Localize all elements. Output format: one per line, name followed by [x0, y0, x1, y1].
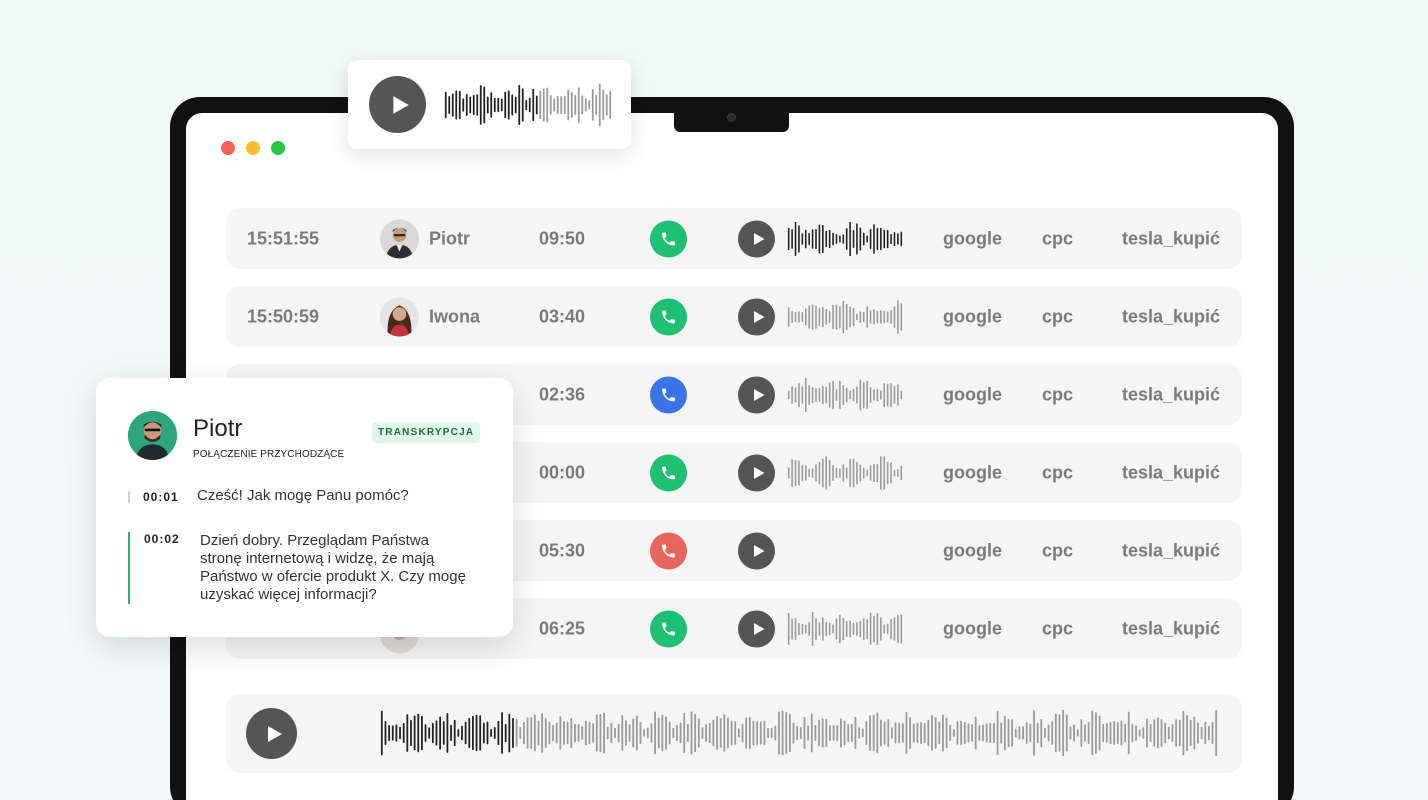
play-button[interactable]: [738, 376, 775, 413]
play-icon: [753, 232, 764, 245]
message-marker: [128, 532, 130, 604]
phone-icon: [650, 532, 687, 569]
phone-icon: [650, 454, 687, 491]
maximize-window-button[interactable]: [271, 141, 285, 155]
waveform-icon[interactable]: [787, 299, 903, 334]
play-button[interactable]: [738, 532, 775, 569]
window-controls: [221, 141, 285, 155]
play-icon: [753, 466, 764, 479]
play-button[interactable]: [369, 76, 426, 133]
phone-icon: [650, 376, 687, 413]
caller-name[interactable]: Iwona: [429, 306, 480, 327]
call-type-label: POŁĄCZENIE PRZYCHODZĄCE: [193, 449, 345, 460]
waveform-icon[interactable]: [444, 82, 612, 128]
call-row[interactable]: 15:51:55 Piotr 09:50 google cpc tesla_ku…: [226, 208, 1242, 269]
play-button[interactable]: [738, 610, 775, 647]
call-duration: 05:30: [539, 540, 586, 560]
source-label: google: [943, 540, 1002, 560]
source-label: google: [943, 306, 1002, 326]
call-duration: 03:40: [539, 306, 586, 326]
minimize-window-button[interactable]: [246, 141, 260, 155]
call-time: 15:50:59: [247, 306, 320, 326]
call-time: 15:51:55: [247, 228, 320, 248]
avatar: [380, 219, 419, 258]
avatar: [380, 297, 419, 336]
play-button[interactable]: [738, 454, 775, 491]
medium-label: cpc: [1042, 384, 1074, 404]
transcript-card: Piotr POŁĄCZENIE PRZYCHODZĄCE TRANSKRYPC…: [96, 378, 513, 637]
message-text: Dzień dobry. Przeglądam Państwa stronę i…: [200, 532, 466, 603]
play-icon: [753, 622, 764, 635]
floating-audio-player: [348, 60, 631, 149]
close-window-button[interactable]: [221, 141, 235, 155]
camera-icon: [727, 113, 736, 122]
waveform-icon[interactable]: [380, 710, 1218, 756]
campaign-label: tesla_kupić: [1122, 384, 1221, 404]
avatar: [128, 411, 177, 460]
transcript-message: 00:01 Cześć! Jak mogę Panu pomóc?: [128, 487, 478, 509]
source-label: google: [943, 618, 1002, 638]
call-duration: 09:50: [539, 228, 586, 248]
campaign-label: tesla_kupić: [1122, 540, 1221, 560]
campaign-label: tesla_kupić: [1122, 228, 1221, 248]
waveform-icon[interactable]: [787, 377, 903, 412]
caller-name[interactable]: Piotr: [429, 228, 470, 249]
medium-label: cpc: [1042, 228, 1074, 248]
call-duration: 06:25: [539, 618, 586, 638]
source-label: google: [943, 228, 1002, 248]
medium-label: cpc: [1042, 540, 1074, 560]
transcript-badge[interactable]: TRANSKRYPCJA: [372, 422, 481, 443]
medium-label: cpc: [1042, 618, 1074, 638]
waveform-icon[interactable]: [787, 611, 903, 646]
play-icon: [753, 544, 764, 557]
play-button[interactable]: [738, 220, 775, 257]
message-time: 00:02: [144, 532, 180, 546]
campaign-label: tesla_kupić: [1122, 462, 1221, 482]
phone-icon: [650, 298, 687, 335]
source-label: google: [943, 384, 1002, 404]
message-text: Cześć! Jak mogę Panu pomóc?: [197, 487, 409, 504]
campaign-label: tesla_kupić: [1122, 618, 1221, 638]
play-button[interactable]: [246, 708, 297, 759]
audio-player: [226, 694, 1242, 773]
message-marker: [128, 491, 130, 503]
play-button[interactable]: [738, 298, 775, 335]
play-icon: [753, 388, 764, 401]
transcript-message: 00:02 Dzień dobry. Przeglądam Państwa st…: [128, 532, 488, 606]
campaign-label: tesla_kupić: [1122, 306, 1221, 326]
play-icon: [392, 95, 409, 114]
call-duration: 00:00: [539, 462, 586, 482]
medium-label: cpc: [1042, 306, 1074, 326]
call-duration: 02:36: [539, 384, 586, 404]
medium-label: cpc: [1042, 462, 1074, 482]
phone-icon: [650, 610, 687, 647]
play-icon: [267, 725, 282, 742]
source-label: google: [943, 462, 1002, 482]
contact-name: Piotr: [193, 415, 243, 442]
phone-icon: [650, 220, 687, 257]
call-row[interactable]: 15:50:59 Iwona 03:40 google cpc tesla_ku…: [226, 286, 1242, 347]
play-icon: [753, 310, 764, 323]
waveform-icon[interactable]: [787, 455, 903, 490]
waveform-icon[interactable]: [787, 221, 903, 256]
message-time: 00:01: [143, 490, 179, 504]
